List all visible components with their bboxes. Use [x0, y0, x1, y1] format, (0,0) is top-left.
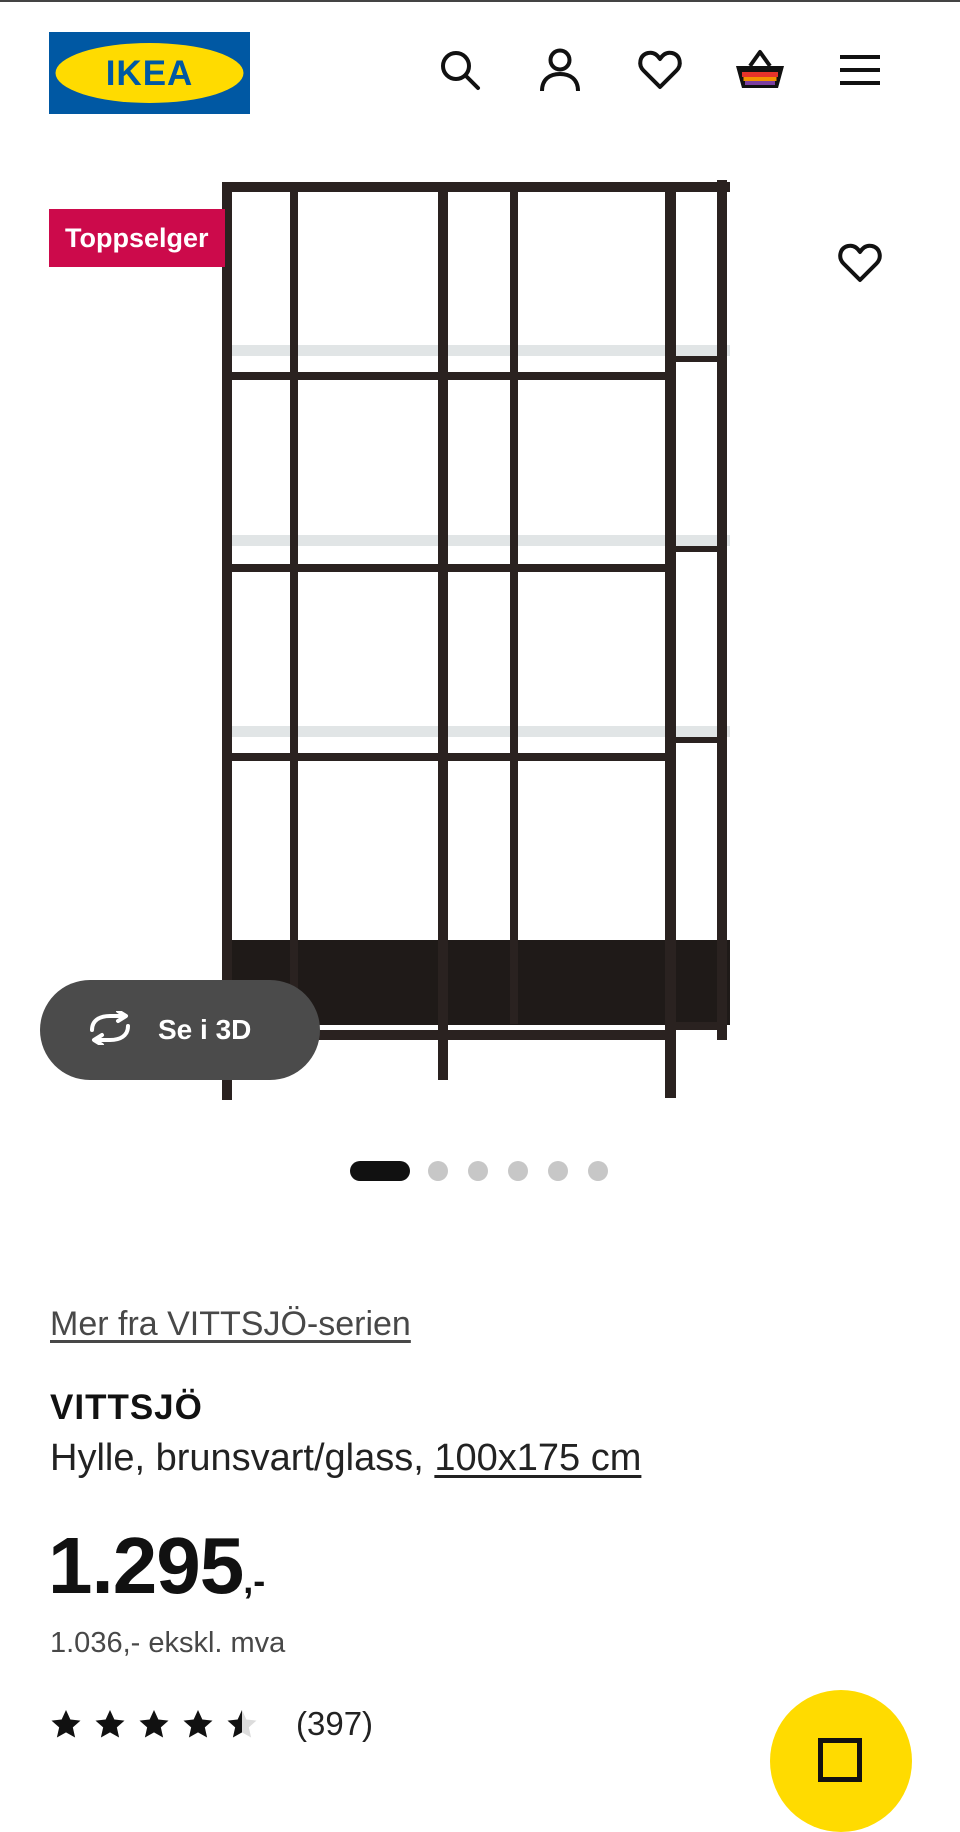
pagination-dot[interactable] [350, 1161, 410, 1181]
star-full-icon [51, 1710, 81, 1738]
product-type: Hylle, brunsvart/glass, [50, 1437, 424, 1479]
price-suffix: ,- [243, 1560, 266, 1601]
product-price: 1.295,- [48, 1520, 265, 1612]
price-ex-vat: 1.036,- ekskl. mva [50, 1627, 286, 1659]
basket-icon[interactable] [734, 44, 786, 96]
rating-count: (397) [296, 1705, 374, 1742]
top-divider [0, 0, 960, 2]
account-icon[interactable] [534, 44, 586, 96]
rotate-3d-icon [84, 1008, 136, 1050]
product-image [222, 180, 730, 1100]
pagination-dot[interactable] [428, 1161, 448, 1181]
star-full-icon [183, 1710, 213, 1738]
top-seller-badge: Toppselger [49, 209, 225, 267]
product-description: Hylle, brunsvart/glass, 100x175 cm [50, 1437, 641, 1480]
svg-text:IKEA: IKEA [106, 54, 194, 93]
product-size-link[interactable]: 100x175 cm [434, 1437, 641, 1479]
star-full-icon [95, 1710, 125, 1738]
square-icon [818, 1738, 862, 1782]
view-3d-label: Se i 3D [158, 1014, 252, 1045]
gallery-pagination [350, 1161, 628, 1181]
star-half-icon [227, 1710, 257, 1738]
pagination-dot[interactable] [508, 1161, 528, 1181]
series-link[interactable]: Mer fra VITTSJÖ-serien [50, 1305, 411, 1344]
rating-stars [50, 1709, 270, 1739]
compare-fab-button[interactable] [770, 1690, 912, 1832]
pagination-dot[interactable] [548, 1161, 568, 1181]
product-name: VITTSJÖ [50, 1388, 203, 1427]
product-gallery[interactable]: Toppselger Se i 3D [0, 150, 960, 1130]
heart-icon[interactable] [634, 44, 686, 96]
search-icon[interactable] [434, 44, 486, 96]
price-main: 1.295 [48, 1521, 244, 1610]
star-full-icon [139, 1710, 169, 1738]
pagination-dot[interactable] [588, 1161, 608, 1181]
ikea-logo[interactable]: IKEA [49, 32, 250, 114]
product-rating[interactable]: (397) [50, 1705, 373, 1743]
add-to-favourites-icon[interactable] [832, 235, 888, 291]
pagination-dot[interactable] [468, 1161, 488, 1181]
menu-icon[interactable] [834, 44, 886, 96]
view-3d-button[interactable]: Se i 3D [40, 980, 320, 1080]
